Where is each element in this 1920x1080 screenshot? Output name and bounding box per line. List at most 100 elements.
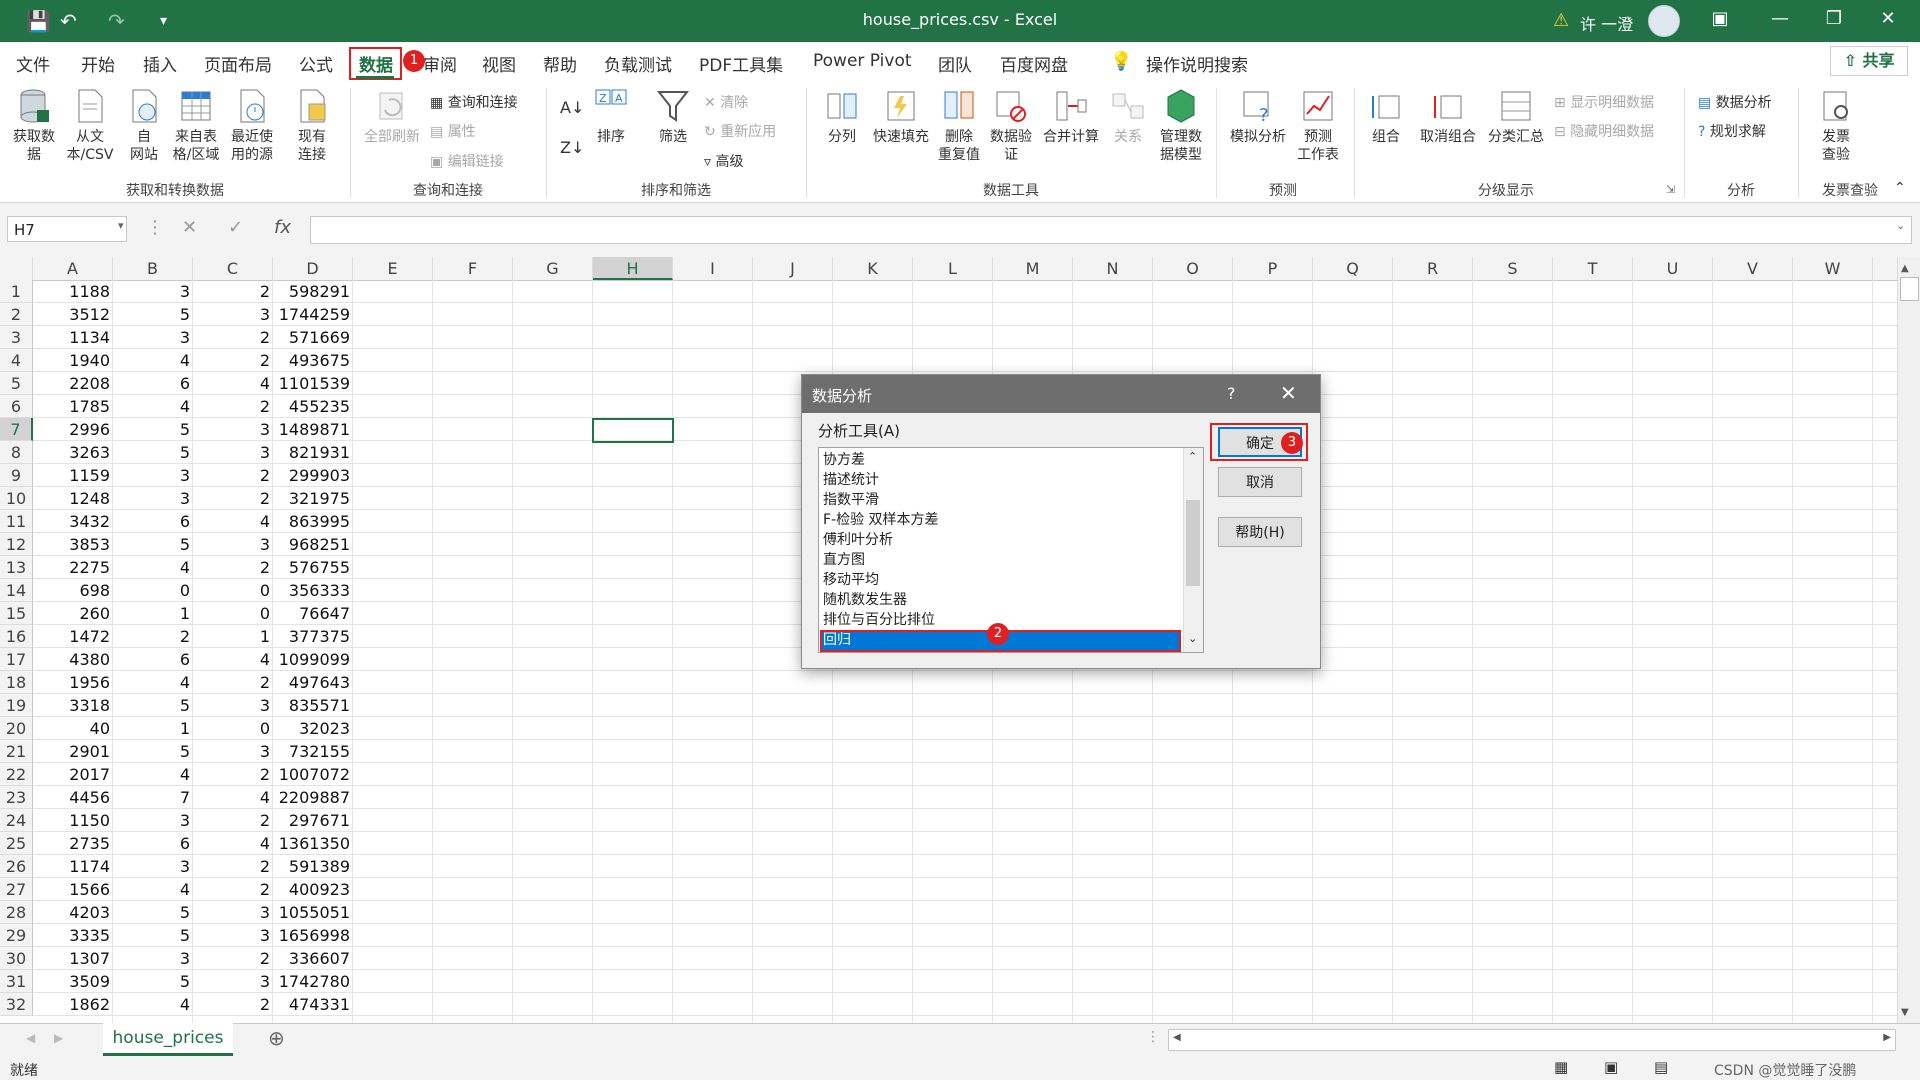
tab-formulas[interactable]: 公式 xyxy=(299,51,333,76)
what-if-analysis-button[interactable]: ? 模拟分析 xyxy=(1224,88,1292,146)
cell-c5[interactable]: 4 xyxy=(193,372,273,395)
cell-b24[interactable]: 3 xyxy=(113,809,193,832)
subtotal-button[interactable]: 分类汇总 xyxy=(1484,88,1548,146)
recent-sources-button[interactable]: 最近使 用的源 xyxy=(224,88,280,164)
column-header-q[interactable]: Q xyxy=(1313,257,1393,280)
column-header-m[interactable]: M xyxy=(993,257,1073,280)
page-break-view-icon[interactable]: ▤ xyxy=(1654,1058,1668,1076)
add-sheet-icon[interactable]: ⊕ xyxy=(268,1026,285,1050)
cell-b14[interactable]: 0 xyxy=(113,579,193,602)
existing-connections-button[interactable]: 现有 连接 xyxy=(290,88,334,164)
cell-b16[interactable]: 2 xyxy=(113,625,193,648)
cell-d10[interactable]: 321975 xyxy=(273,487,353,510)
tell-me-search[interactable]: 操作说明搜索 xyxy=(1146,51,1248,76)
row-header[interactable]: 2 xyxy=(0,303,33,326)
analysis-tool-item[interactable]: F-检验 双样本方差 xyxy=(821,510,1179,530)
cell-a31[interactable]: 3509 xyxy=(33,970,113,993)
row-header[interactable]: 27 xyxy=(0,878,33,901)
forecast-sheet-button[interactable]: 预测 工作表 xyxy=(1292,88,1344,164)
cell-b19[interactable]: 5 xyxy=(113,694,193,717)
cell-a26[interactable]: 1174 xyxy=(33,855,113,878)
splitter-icon[interactable]: ⋮ xyxy=(1146,1029,1160,1045)
formula-input[interactable] xyxy=(310,216,1912,244)
cell-d26[interactable]: 591389 xyxy=(273,855,353,878)
consolidate-button[interactable]: 合并计算 xyxy=(1038,88,1104,146)
analysis-tool-item[interactable]: 指数平滑 xyxy=(821,490,1179,510)
from-table-button[interactable]: 来自表 格/区域 xyxy=(168,88,224,164)
cell-c29[interactable]: 3 xyxy=(193,924,273,947)
row-header[interactable]: 6 xyxy=(0,395,33,418)
cell-c18[interactable]: 2 xyxy=(193,671,273,694)
row-header[interactable]: 13 xyxy=(0,556,33,579)
warning-icon[interactable]: ⚠ xyxy=(1553,10,1569,31)
prev-sheet-icon[interactable]: ◀ xyxy=(26,1031,35,1045)
row-header[interactable]: 8 xyxy=(0,441,33,464)
cell-c6[interactable]: 2 xyxy=(193,395,273,418)
row-header[interactable]: 31 xyxy=(0,970,33,993)
cell-a12[interactable]: 3853 xyxy=(33,533,113,556)
cell-d32[interactable]: 474331 xyxy=(273,993,353,1016)
queries-connections-button[interactable]: ▦ 查询和连接 xyxy=(430,92,518,112)
column-header-b[interactable]: B xyxy=(113,257,193,280)
clear-filter-button[interactable]: ✕ 清除 xyxy=(704,92,748,112)
tab-power-pivot[interactable]: Power Pivot xyxy=(813,51,912,71)
cell-c27[interactable]: 2 xyxy=(193,878,273,901)
row-header[interactable]: 21 xyxy=(0,740,33,763)
column-header-w[interactable]: W xyxy=(1793,257,1873,280)
cell-c7[interactable]: 3 xyxy=(193,418,273,441)
cell-c8[interactable]: 3 xyxy=(193,441,273,464)
cell-a21[interactable]: 2901 xyxy=(33,740,113,763)
hide-detail-button[interactable]: ⊟ 隐藏明细数据 xyxy=(1554,121,1654,141)
cell-c16[interactable]: 1 xyxy=(193,625,273,648)
manage-data-model-button[interactable]: 管理数 据模型 xyxy=(1154,88,1208,164)
cell-b26[interactable]: 3 xyxy=(113,855,193,878)
normal-view-icon[interactable]: ▦ xyxy=(1554,1058,1568,1076)
cell-c2[interactable]: 3 xyxy=(193,303,273,326)
insert-function-icon[interactable]: fx xyxy=(274,217,291,238)
reapply-button[interactable]: ↻ 重新应用 xyxy=(704,121,776,141)
column-header-h[interactable]: H xyxy=(593,257,673,280)
cell-c4[interactable]: 2 xyxy=(193,349,273,372)
cancel-entry-icon[interactable]: ✕ xyxy=(182,217,197,238)
analysis-tool-item[interactable]: 协方差 xyxy=(821,450,1179,470)
user-name[interactable]: 许 一澄 xyxy=(1580,11,1633,35)
cell-a17[interactable]: 4380 xyxy=(33,648,113,671)
cell-b8[interactable]: 5 xyxy=(113,441,193,464)
row-header[interactable]: 25 xyxy=(0,832,33,855)
cell-a3[interactable]: 1134 xyxy=(33,326,113,349)
cell-a20[interactable]: 40 xyxy=(33,717,113,740)
cell-d24[interactable]: 297671 xyxy=(273,809,353,832)
cell-c24[interactable]: 2 xyxy=(193,809,273,832)
close-icon[interactable]: ✕ xyxy=(1868,8,1908,29)
cell-d8[interactable]: 821931 xyxy=(273,441,353,464)
cell-d4[interactable]: 493675 xyxy=(273,349,353,372)
refresh-all-button[interactable]: 全部刷新 xyxy=(358,88,426,146)
from-web-button[interactable]: 自 网站 xyxy=(122,88,166,164)
cell-c15[interactable]: 0 xyxy=(193,602,273,625)
cell-d3[interactable]: 571669 xyxy=(273,326,353,349)
row-header[interactable]: 16 xyxy=(0,625,33,648)
data-analysis-button[interactable]: ▤ 数据分析 xyxy=(1698,92,1772,112)
select-all-corner[interactable] xyxy=(0,257,33,280)
cell-b2[interactable]: 5 xyxy=(113,303,193,326)
column-header-d[interactable]: D xyxy=(273,257,353,280)
cell-c19[interactable]: 3 xyxy=(193,694,273,717)
tab-page-layout[interactable]: 页面布局 xyxy=(204,51,272,76)
row-header[interactable]: 18 xyxy=(0,671,33,694)
cell-a28[interactable]: 4203 xyxy=(33,901,113,924)
sort-button[interactable]: ZA 排序 xyxy=(590,88,632,146)
cell-b25[interactable]: 6 xyxy=(113,832,193,855)
cell-c3[interactable]: 2 xyxy=(193,326,273,349)
cell-a24[interactable]: 1150 xyxy=(33,809,113,832)
cell-b32[interactable]: 4 xyxy=(113,993,193,1016)
row-header[interactable]: 17 xyxy=(0,648,33,671)
cell-b12[interactable]: 5 xyxy=(113,533,193,556)
analysis-tool-item[interactable]: 描述统计 xyxy=(821,470,1179,490)
column-header-e[interactable]: E xyxy=(353,257,433,280)
tab-pdf-tools[interactable]: PDF工具集 xyxy=(699,51,783,76)
cell-d14[interactable]: 356333 xyxy=(273,579,353,602)
column-header-n[interactable]: N xyxy=(1073,257,1153,280)
cell-a5[interactable]: 2208 xyxy=(33,372,113,395)
row-header[interactable]: 12 xyxy=(0,533,33,556)
cell-a29[interactable]: 3335 xyxy=(33,924,113,947)
